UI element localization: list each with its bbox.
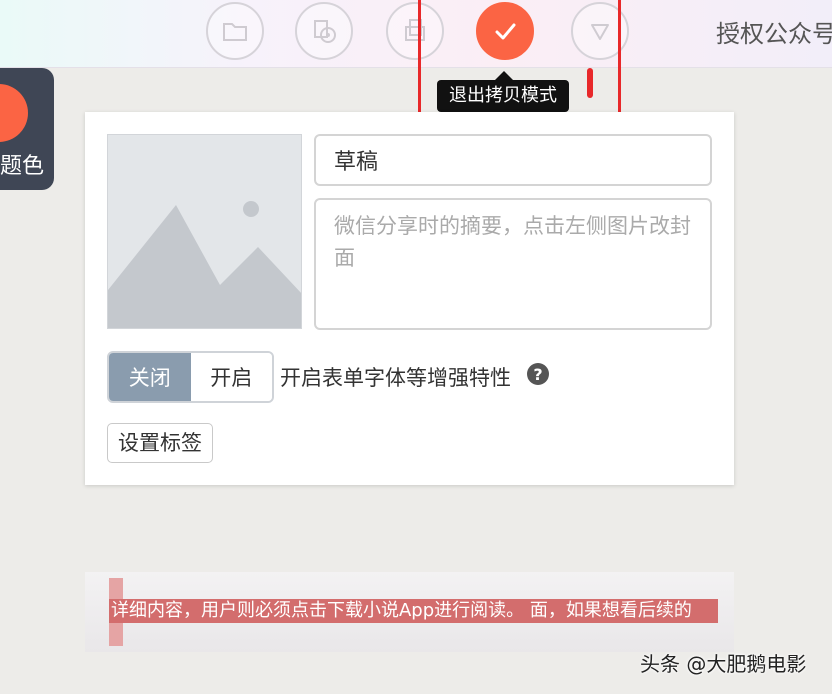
watermark: 头条 @大肥鹅电影	[640, 652, 807, 676]
set-tags-button[interactable]: 设置标签	[107, 423, 213, 463]
exit-copy-mode-tooltip: 退出拷贝模式	[437, 71, 569, 112]
image-placeholder-icon	[108, 201, 301, 328]
article-settings-card: 微信分享时的摘要，点击左侧图片改封面 关闭 开启 开启表单字体等增强特性 ? 设…	[85, 112, 734, 485]
check-icon	[495, 23, 516, 40]
banner-highlighted-text: 详细内容，用户则必须点击下载小说App进行阅读。 面，如果想看后续的	[109, 599, 718, 623]
exit-copy-mode-button[interactable]	[476, 2, 534, 60]
folder-icon	[223, 23, 247, 41]
summary-textarea[interactable]: 微信分享时的摘要，点击左侧图片改封面	[314, 198, 712, 330]
folder-tool-button[interactable]	[206, 2, 264, 60]
disc-tool-button[interactable]	[295, 2, 353, 60]
cover-image-picker[interactable]	[107, 134, 302, 329]
theme-color-label: 题色	[0, 154, 45, 179]
preview-banner: 详细内容，用户则必须点击下载小说App进行阅读。 面，如果想看后续的	[85, 572, 734, 652]
toggle-on-option[interactable]: 开启	[190, 353, 272, 401]
copy-icon	[405, 19, 425, 41]
copy-tool-button[interactable]	[386, 2, 444, 60]
enhance-toggle[interactable]: 关闭 开启	[107, 351, 274, 403]
toggle-off-option[interactable]: 关闭	[109, 353, 191, 401]
help-icon[interactable]: ?	[527, 363, 549, 385]
enhance-label: 开启表单字体等增强特性	[280, 366, 511, 390]
disc-icon	[314, 20, 336, 43]
top-toolbar: 授权公众号	[0, 0, 832, 68]
authorized-account-link[interactable]: 授权公众号	[716, 14, 832, 49]
triangle-down-icon	[591, 24, 609, 40]
title-input[interactable]	[314, 134, 712, 186]
dropdown-tool-button[interactable]	[571, 2, 629, 60]
highlight-mark	[587, 68, 593, 98]
